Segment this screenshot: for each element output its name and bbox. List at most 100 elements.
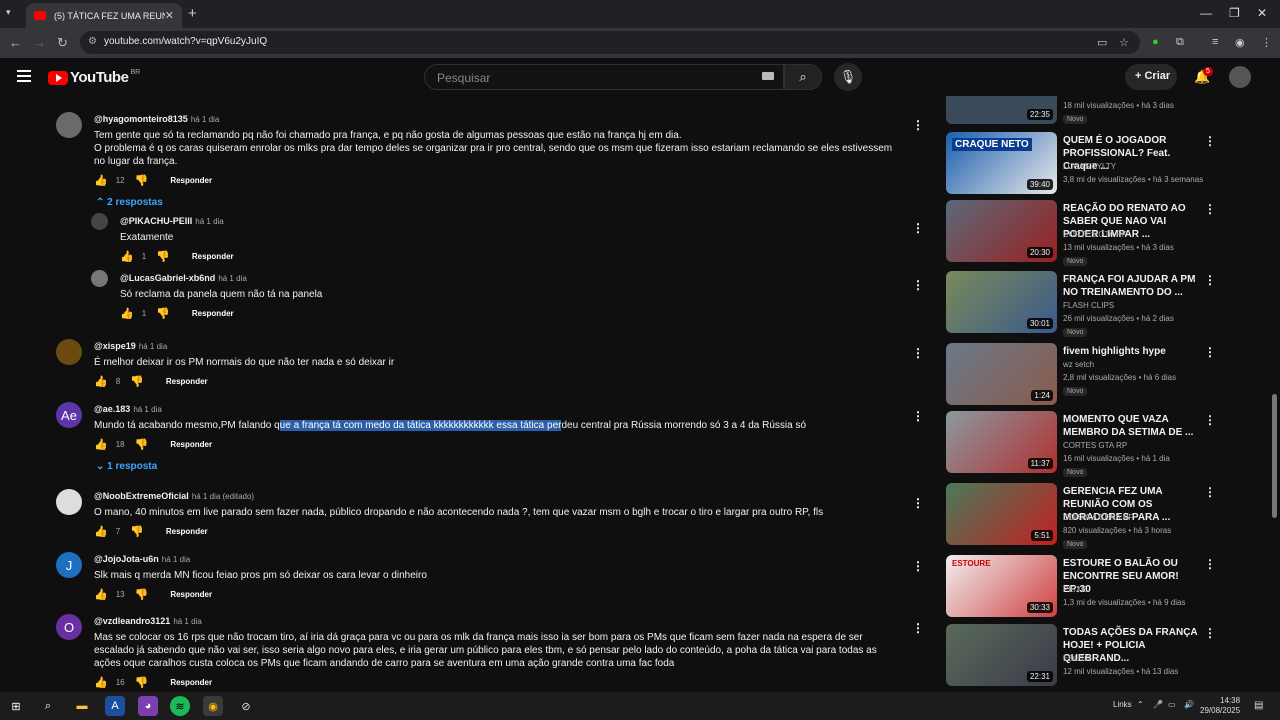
video-menu-icon[interactable]: ⋮ [1204, 202, 1216, 216]
comment-author[interactable]: @xispe19 [94, 341, 136, 351]
reply-button[interactable]: Responder [166, 377, 208, 386]
comment-menu-icon[interactable]: ⋮ [912, 409, 924, 423]
extension-green-icon[interactable]: ● [1152, 36, 1159, 48]
reply-button[interactable]: Responder [192, 309, 234, 318]
app-icon[interactable]: ⊘ [236, 696, 256, 716]
clock[interactable]: 14:38 29/08/2025 [1200, 696, 1240, 716]
video-menu-icon[interactable]: ⋮ [1204, 557, 1216, 571]
links-toolbar[interactable]: Links [1113, 700, 1132, 709]
comment-menu-icon[interactable]: ⋮ [912, 118, 924, 132]
video-menu-icon[interactable]: ⋮ [1204, 134, 1216, 148]
dislike-icon[interactable]: 👎 [135, 676, 149, 689]
comment-author[interactable]: @hyagomonteiro8135 [94, 114, 188, 124]
comment-menu-icon[interactable]: ⋮ [912, 346, 924, 360]
restore-icon[interactable]: ❐ [1229, 6, 1240, 20]
reply-button[interactable]: Responder [170, 440, 212, 449]
channel-name[interactable]: LUCAS TYLTY [1063, 162, 1116, 171]
video-thumbnail[interactable]: 5:51 [946, 483, 1057, 545]
tray-expand-icon[interactable]: ⌃ [1137, 700, 1144, 709]
like-icon[interactable]: 👍 [94, 525, 108, 538]
like-icon[interactable]: 👍 [94, 588, 108, 601]
comment-author[interactable]: @NoobExtremeOficial [94, 491, 189, 501]
video-thumbnail[interactable]: 22:35 [946, 96, 1057, 124]
search-button[interactable]: ⌕ [784, 64, 822, 90]
create-button[interactable]: + Criar [1125, 64, 1177, 90]
comment-time[interactable]: há 1 dia [133, 405, 161, 414]
reply-button[interactable]: Responder [170, 678, 212, 687]
dislike-icon[interactable]: 👎 [156, 307, 170, 320]
video-menu-icon[interactable]: ⋮ [1204, 626, 1216, 640]
avatar[interactable]: Ae [56, 402, 82, 428]
comment-menu-icon[interactable]: ⋮ [912, 559, 924, 573]
chrome-icon[interactable]: ◉ [203, 696, 223, 716]
video-thumbnail[interactable]: ESTOURE 30:33 [946, 555, 1057, 617]
replies-toggle[interactable]: ⌃ 2 respostas [96, 197, 163, 208]
discord-icon[interactable]: ◕ [138, 696, 158, 716]
reply-button[interactable]: Responder [170, 590, 212, 599]
start-icon[interactable]: ⊞ [6, 696, 26, 716]
video-menu-icon[interactable]: ⋮ [1204, 345, 1216, 359]
comment-time[interactable]: há 1 dia [162, 555, 190, 564]
reply-button[interactable]: Responder [192, 252, 234, 261]
video-thumbnail[interactable]: 30:01 [946, 271, 1057, 333]
video-item[interactable]: CRAQUE NETO 39:40 QUEM É O JOGADOR PROFIS… [946, 132, 1270, 200]
channel-name[interactable]: PEIXE [1063, 585, 1087, 594]
video-thumbnail[interactable]: 20:30 [946, 200, 1057, 262]
keyboard-icon[interactable] [762, 72, 774, 80]
channel-name[interactable]: CORTES GTA RP [1063, 230, 1127, 239]
like-icon[interactable]: 👍 [94, 438, 108, 451]
close-tab-icon[interactable]: ✕ [165, 9, 174, 22]
comment-time[interactable]: há 1 dia [191, 115, 219, 124]
network-icon[interactable]: ▭ [1168, 700, 1176, 709]
minimize-icon[interactable]: — [1200, 6, 1212, 20]
video-item[interactable]: 20:30 REAÇÃO DO RENATO AO SABER QUE NAO … [946, 200, 1270, 268]
comment-time[interactable]: há 1 dia [195, 217, 223, 226]
browser-menu-icon[interactable]: ⋮ [1261, 36, 1272, 49]
app-a-icon[interactable]: A [105, 696, 125, 716]
forward-icon[interactable]: → [33, 35, 46, 50]
reply-button[interactable]: Responder [166, 527, 208, 536]
video-thumbnail[interactable]: CRAQUE NETO 39:40 [946, 132, 1057, 194]
site-info-icon[interactable]: ⚙ [88, 36, 97, 47]
close-window-icon[interactable]: ✕ [1257, 6, 1267, 20]
comment-menu-icon[interactable]: ⋮ [912, 278, 924, 292]
reload-icon[interactable]: ↻ [57, 35, 68, 51]
url-bar[interactable]: ⚙ youtube.com/watch?v=qpV6u2yJuIQ [80, 31, 1140, 54]
channel-name[interactable]: CORTA A CENA RP [1063, 513, 1134, 522]
extensions-icon[interactable]: ⧉ [1176, 36, 1184, 49]
new-tab-icon[interactable]: + [188, 5, 197, 22]
avatar[interactable] [56, 489, 82, 515]
back-icon[interactable]: ← [9, 35, 22, 50]
comment-author[interactable]: @LucasGabriel-xb6nd [120, 273, 215, 283]
install-icon[interactable]: ▭ [1097, 36, 1107, 49]
file-explorer-icon[interactable]: ▬ [72, 696, 92, 716]
volume-icon[interactable]: 🔊 [1184, 700, 1194, 709]
avatar[interactable] [56, 112, 82, 138]
video-item[interactable]: ESTOURE 30:33 ESTOURE O BALÃO OU ENCONTRE… [946, 555, 1270, 623]
comment-time[interactable]: há 1 dia [218, 274, 246, 283]
comment-menu-icon[interactable]: ⋮ [912, 496, 924, 510]
comment-menu-icon[interactable]: ⋮ [912, 221, 924, 235]
avatar[interactable] [91, 213, 108, 230]
video-title[interactable]: FRANÇA FOI AJUDAR A PM NO TREINAMENTO DO… [1063, 273, 1203, 299]
search-icon[interactable]: ⌕ [38, 696, 58, 716]
channel-name[interactable]: FLASH CLIPS [1063, 301, 1114, 310]
avatar[interactable]: J [56, 552, 82, 578]
dislike-icon[interactable]: 👎 [135, 174, 149, 187]
reply-button[interactable]: Responder [170, 176, 212, 185]
video-menu-icon[interactable]: ⋮ [1204, 273, 1216, 287]
channel-name[interactable]: EDU10 [1063, 654, 1089, 663]
like-icon[interactable]: 👍 [94, 174, 108, 187]
voice-search-button[interactable]: 🎙 [834, 63, 862, 91]
account-avatar[interactable] [1229, 66, 1251, 88]
search-input[interactable]: Pesquisar [424, 64, 784, 90]
video-item[interactable]: 22:31 TODAS AÇÕES DA FRANÇA HOJE! + POLI… [946, 624, 1270, 692]
bookmark-star-icon[interactable]: ☆ [1119, 36, 1129, 49]
video-title[interactable]: fivem highlights hype [1063, 345, 1203, 358]
spotify-icon[interactable]: ≋ [170, 696, 190, 716]
comment-time[interactable]: há 1 dia [173, 617, 201, 626]
comment-time[interactable]: há 1 dia [139, 342, 167, 351]
channel-name[interactable]: CORTES GTA RP [1063, 441, 1127, 450]
media-icon[interactable]: ≡ [1212, 36, 1218, 48]
comment-author[interactable]: @vzdleandro3121 [94, 616, 170, 626]
